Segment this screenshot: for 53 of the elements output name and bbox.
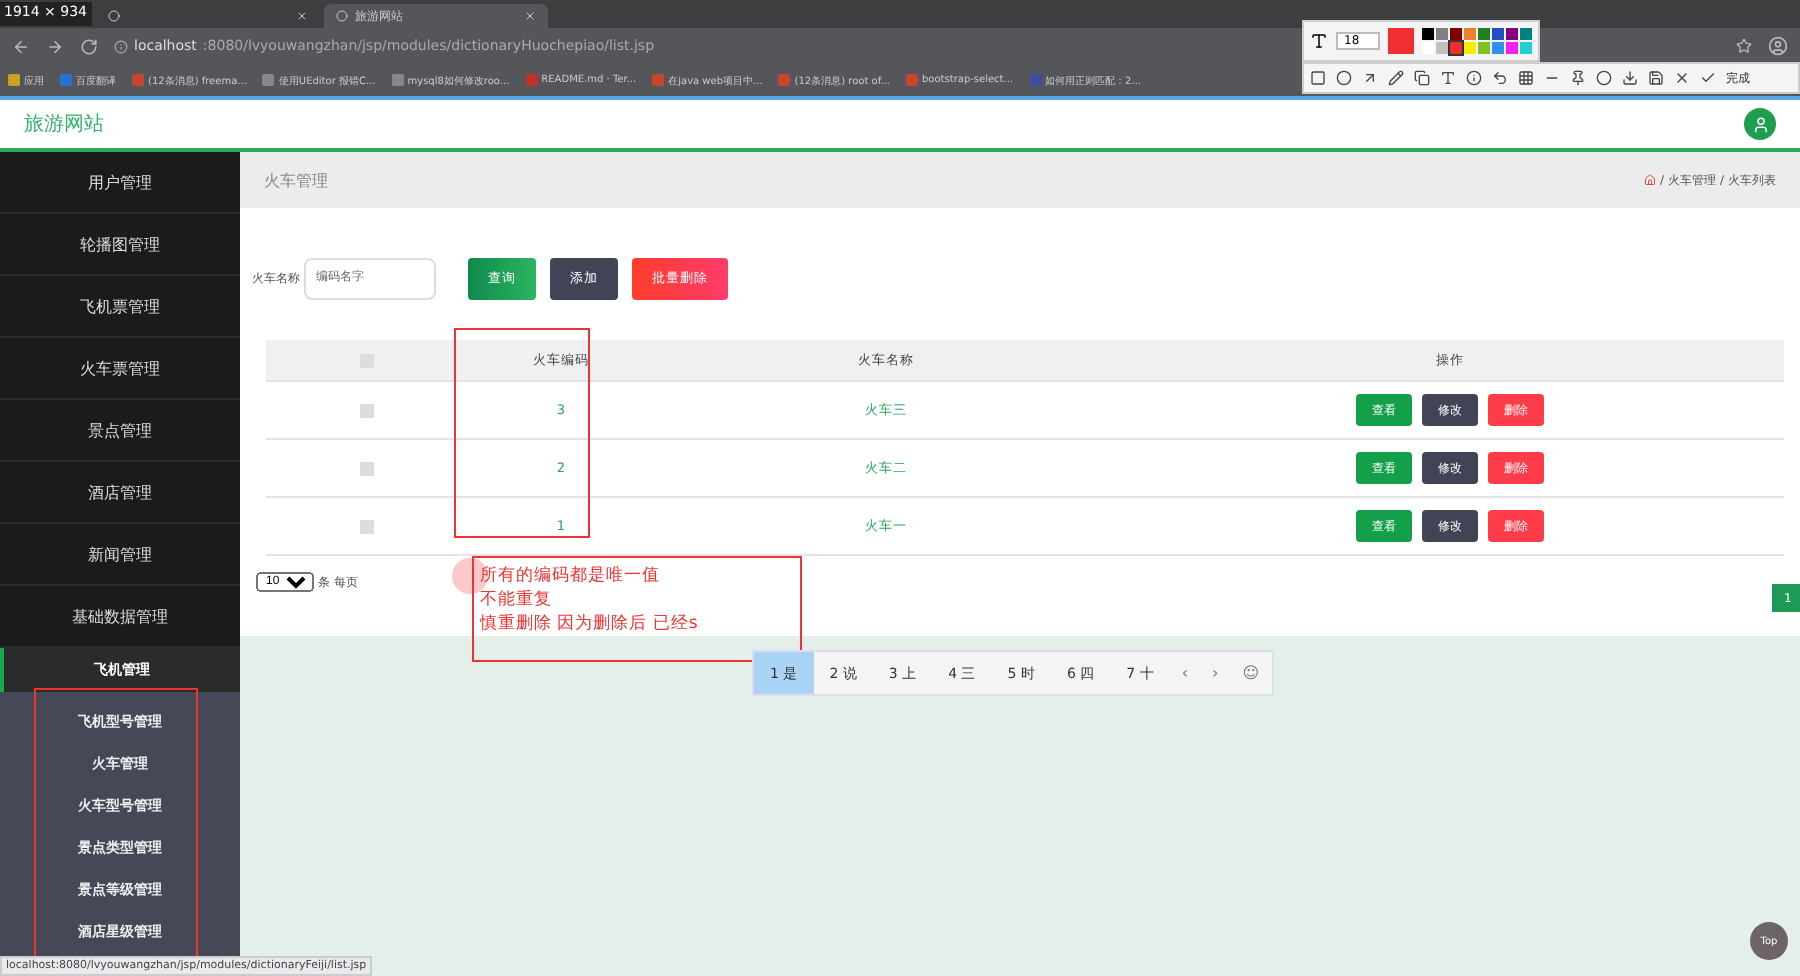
color-swatch[interactable] [1436, 28, 1448, 40]
annotation-text: 所有的编码都是唯一值 [480, 564, 662, 588]
ime-emoji-button[interactable]: ☺ [1230, 652, 1272, 694]
color-swatch[interactable] [1422, 42, 1434, 54]
close-icon[interactable] [1674, 70, 1690, 86]
tool-icon[interactable] [1362, 70, 1378, 86]
tool-icon[interactable] [1388, 70, 1404, 86]
tool-icon[interactable] [1622, 70, 1638, 86]
color-swatch[interactable] [1506, 28, 1518, 40]
color-swatch[interactable] [1464, 28, 1476, 40]
check-icon[interactable] [1700, 70, 1716, 86]
back-icon[interactable] [12, 37, 30, 55]
color-swatch[interactable] [1478, 42, 1490, 54]
color-swatch[interactable] [1520, 28, 1532, 40]
row-checkbox[interactable] [359, 519, 373, 533]
annotation-text: 不能重复 [480, 588, 554, 612]
home-icon[interactable] [1643, 174, 1656, 186]
tool-icon[interactable] [1518, 70, 1534, 86]
profile-icon[interactable] [1768, 36, 1788, 56]
row-checkbox[interactable] [359, 403, 373, 417]
color-swatch[interactable] [1422, 28, 1434, 40]
annotation-text: 慎重删除 因为删除后 已经s [480, 612, 700, 636]
tool-icon[interactable] [1414, 70, 1430, 86]
user-avatar[interactable] [1744, 108, 1776, 140]
ime-next-button[interactable]: › [1200, 652, 1231, 694]
color-swatch[interactable] [1506, 42, 1518, 54]
tool-icon[interactable] [1596, 70, 1612, 86]
forward-icon[interactable] [46, 37, 64, 55]
color-swatch[interactable] [1492, 28, 1504, 40]
tool-icon[interactable] [1466, 70, 1482, 86]
color-swatch[interactable] [1520, 42, 1532, 54]
ime-prev-button[interactable]: ‹ [1169, 652, 1201, 694]
favicon-icon [107, 10, 119, 22]
color-swatch[interactable] [1436, 42, 1448, 54]
info-icon [114, 39, 128, 53]
tool-icon[interactable] [1440, 70, 1456, 86]
bookmark-star-icon[interactable] [1736, 38, 1752, 54]
color-swatch[interactable] [1492, 42, 1504, 54]
current-color-swatch[interactable] [1388, 28, 1414, 54]
color-swatch[interactable] [1478, 28, 1490, 40]
tool-icon[interactable] [1648, 70, 1664, 86]
row-checkbox[interactable] [359, 461, 373, 475]
user-icon [1751, 115, 1769, 133]
text-tool-icon [1310, 32, 1328, 50]
favicon-icon [335, 10, 347, 22]
page-title: 火车管理 [264, 169, 328, 191]
site-title: 旅游网站 [24, 111, 104, 138]
reload-icon[interactable] [80, 37, 98, 55]
color-swatch[interactable] [1464, 42, 1476, 54]
color-swatch[interactable] [1450, 42, 1462, 54]
tool-icon[interactable] [1492, 70, 1508, 86]
color-swatch[interactable] [1450, 28, 1462, 40]
tool-icon[interactable] [1570, 70, 1586, 86]
